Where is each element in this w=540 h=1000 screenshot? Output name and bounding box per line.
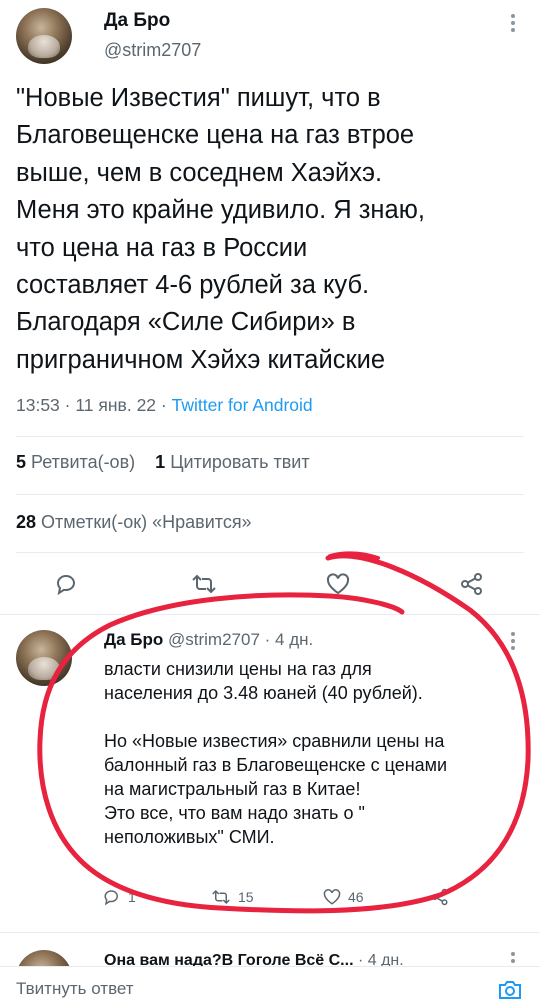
author-name[interactable]: Да Бро [104, 10, 170, 32]
tweet-source-link[interactable]: Twitter for Android [172, 395, 313, 415]
reply-header[interactable]: Да Бро @strim2707 · 4 дн. [104, 630, 313, 650]
author-avatar[interactable] [16, 8, 72, 64]
more-icon[interactable] [510, 14, 516, 35]
likes-label: Отметки(-ок) «Нравится» [41, 512, 252, 532]
divider [0, 932, 540, 933]
tweet-time: 13:53 [16, 395, 60, 415]
likes-link[interactable]: 28 Отметки(-ок) «Нравится» [16, 512, 252, 533]
tweet-date: 11 янв. 22 [75, 395, 157, 415]
like-icon [322, 888, 342, 906]
retweet-icon [190, 572, 218, 596]
divider [16, 552, 524, 553]
quotes-link[interactable]: 1 Цитировать твит [155, 452, 309, 472]
reply-like-button[interactable]: 46 [322, 888, 364, 906]
retweet-icon [210, 888, 232, 906]
reply-author-avatar[interactable] [16, 630, 72, 686]
retweet-count: 15 [238, 889, 254, 905]
divider [16, 436, 524, 437]
more-icon[interactable] [510, 632, 516, 653]
reply-button[interactable] [54, 572, 80, 596]
like-icon [325, 572, 351, 596]
reply-author-name[interactable]: Да Бро [104, 630, 163, 649]
retweet-quote-stats: 5 Ретвита(-ов) 1 Цитировать твит [16, 452, 310, 473]
reply-icon [54, 572, 80, 596]
author-handle[interactable]: @strim2707 [104, 40, 201, 61]
like-button[interactable] [325, 572, 351, 596]
reply-reply-button[interactable]: 1 [102, 888, 136, 906]
retweets-count: 5 [16, 452, 27, 472]
divider [0, 614, 540, 615]
share-icon [459, 572, 485, 596]
tweet-text: "Новые Известия" пишут, что в Благовещен… [16, 84, 425, 374]
tweet-meta: 13:53 · 11 янв. 22 · Twitter for Android [16, 395, 313, 415]
reply-age: 4 дн. [275, 630, 314, 649]
reply-tweet-text: власти снизили цены на газ для населения… [104, 659, 448, 847]
retweets-label: Ретвита(-ов) [31, 452, 136, 472]
share-icon [430, 888, 450, 906]
quotes-count: 1 [155, 452, 166, 472]
compose-reply-input[interactable]: Твитнуть ответ [16, 979, 134, 999]
reply-count: 1 [128, 889, 136, 905]
divider [16, 494, 524, 495]
like-count: 46 [348, 889, 364, 905]
reply-icon [102, 888, 122, 906]
camera-icon[interactable] [497, 977, 523, 1000]
compose-reply-bar[interactable]: Твитнуть ответ [0, 966, 540, 1000]
reply-retweet-button[interactable]: 15 [210, 888, 254, 906]
likes-count: 28 [16, 512, 37, 532]
reply-author-handle[interactable]: @strim2707 [168, 630, 260, 649]
retweets-link[interactable]: 5 Ретвита(-ов) [16, 452, 140, 472]
retweet-button[interactable] [190, 572, 218, 596]
share-button[interactable] [459, 572, 485, 596]
reply-share-button[interactable] [430, 888, 450, 906]
quotes-label: Цитировать твит [170, 452, 310, 472]
